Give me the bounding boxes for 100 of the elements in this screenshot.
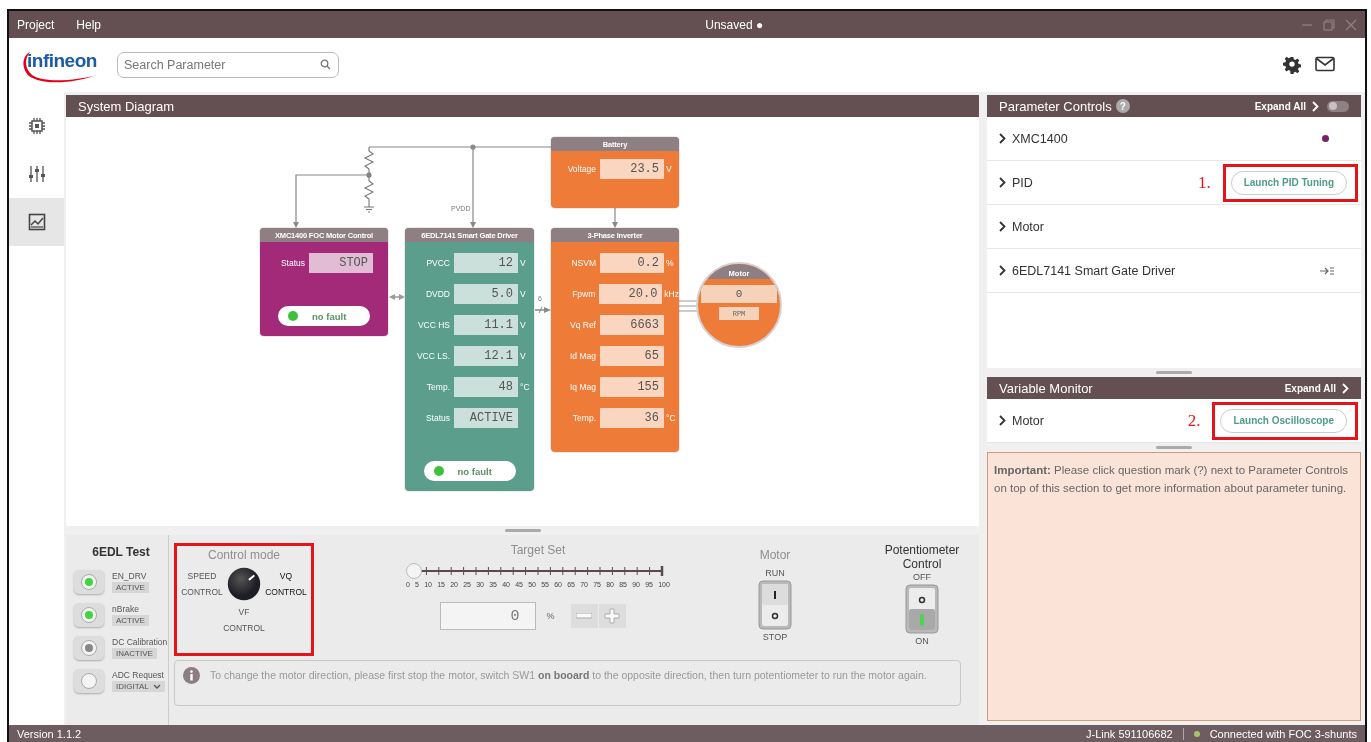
section-title: Motor bbox=[759, 548, 791, 562]
chevron-icon bbox=[999, 133, 1006, 144]
info-icon bbox=[183, 667, 200, 684]
chart-icon bbox=[27, 213, 46, 231]
parameter-group[interactable]: Motor bbox=[987, 205, 1361, 249]
reading-unit: V bbox=[519, 351, 526, 361]
section-title: Control mode bbox=[207, 548, 280, 562]
bus-arrow bbox=[534, 306, 551, 314]
reading-label: Iq Mag bbox=[569, 382, 597, 392]
panel-header: System Diagram bbox=[66, 95, 979, 117]
double-arrow bbox=[389, 294, 405, 300]
sliders-icon bbox=[27, 165, 46, 183]
reading-display: STOP bbox=[309, 253, 373, 273]
increment-button[interactable] bbox=[598, 604, 626, 628]
annotation-number: 2. bbox=[1187, 410, 1201, 431]
arrow-list-icon[interactable] bbox=[1319, 265, 1335, 276]
chevron-icon bbox=[999, 415, 1006, 426]
ground-icon bbox=[363, 206, 375, 213]
status-dot bbox=[1322, 135, 1329, 142]
chevron-icon bbox=[999, 177, 1006, 188]
decrement-button[interactable] bbox=[570, 604, 598, 628]
reading-display: 5.0 bbox=[454, 284, 518, 304]
reading-display: 23.5 bbox=[600, 159, 664, 179]
expand-all-button[interactable]: Expand All bbox=[1254, 100, 1319, 112]
parameter-group[interactable]: PID 1. Launch PID Tuning bbox=[987, 161, 1361, 205]
reading-display: 12 bbox=[454, 253, 518, 273]
reading-display: 48 bbox=[454, 377, 518, 397]
switch-label: ON bbox=[915, 636, 929, 646]
state-tag: INACTIVE bbox=[112, 647, 157, 659]
window-title: Unsaved ● bbox=[705, 17, 764, 32]
state-tag: ACTIVE bbox=[112, 581, 149, 593]
reading-display: 12.1 bbox=[454, 346, 518, 366]
version-text: Version 1.1.2 bbox=[17, 727, 82, 740]
toggle-switch[interactable] bbox=[1327, 100, 1349, 112]
chevron-icon bbox=[1312, 100, 1319, 112]
unit-label: % bbox=[546, 611, 555, 621]
state-tag: ACTIVE bbox=[112, 614, 149, 626]
reading-label: Fpwm bbox=[571, 289, 597, 299]
rocker-switch[interactable] bbox=[905, 584, 939, 634]
reading-display: 155 bbox=[600, 377, 664, 397]
parameter-group[interactable]: 6EDL7141 Smart Gate Driver bbox=[987, 249, 1361, 293]
panel-title: Parameter Controls bbox=[999, 98, 1112, 114]
search-field[interactable]: Search Parameter bbox=[117, 52, 339, 78]
chevron-icon bbox=[999, 265, 1006, 276]
section-title: Target Set bbox=[510, 543, 566, 557]
close-icon[interactable] bbox=[1345, 18, 1357, 31]
reading-label: DVDD bbox=[424, 289, 451, 299]
mode-dropdown[interactable]: IDIGITAL bbox=[112, 680, 165, 692]
reading-display: 36 bbox=[600, 408, 664, 428]
sidebar-tab[interactable] bbox=[9, 198, 64, 246]
chevron-icon bbox=[999, 221, 1006, 232]
led-button[interactable] bbox=[74, 602, 104, 627]
switch-label: RUN bbox=[765, 568, 785, 578]
panel-title: Variable Monitor bbox=[999, 380, 1093, 396]
reading-unit: V bbox=[519, 320, 526, 330]
menu-item[interactable]: Help bbox=[76, 17, 102, 32]
reading-label: PVCC bbox=[425, 258, 451, 268]
resize-handle[interactable] bbox=[1156, 371, 1192, 374]
reading-label: Voltage bbox=[566, 164, 597, 174]
menu-item[interactable]: Project bbox=[17, 17, 55, 32]
test-label: ADC Request bbox=[112, 669, 164, 680]
reading-label: Temp. bbox=[425, 382, 451, 392]
reading-label: Temp. bbox=[571, 413, 597, 423]
reading-unit: °C bbox=[665, 413, 676, 423]
led-button[interactable] bbox=[74, 635, 104, 660]
mail-icon[interactable] bbox=[1315, 56, 1335, 72]
annotation-number: 1. bbox=[1197, 172, 1211, 193]
wire bbox=[612, 207, 618, 228]
test-label: DC Calibration bbox=[112, 636, 168, 647]
reading-label: VCC LS. bbox=[415, 351, 451, 361]
reading-display: 65 bbox=[600, 346, 664, 366]
fault-indicator: no fault bbox=[423, 461, 516, 481]
parameter-group[interactable]: XMC1400 bbox=[987, 117, 1361, 161]
resize-handle[interactable] bbox=[504, 529, 541, 532]
led-button[interactable] bbox=[74, 569, 104, 594]
switch-label: OFF bbox=[913, 572, 931, 582]
reading-unit: V bbox=[665, 164, 672, 174]
restore-icon[interactable] bbox=[1323, 18, 1335, 31]
motor-wires bbox=[678, 300, 699, 312]
reading-unit: V bbox=[519, 289, 526, 299]
rpm-display: 0 bbox=[701, 285, 777, 303]
parameter-group[interactable]: Motor 2. Launch Oscilloscope bbox=[987, 399, 1361, 443]
led-button[interactable] bbox=[74, 668, 104, 693]
reading-display: 0.2 bbox=[600, 253, 664, 273]
section-title: 6EDL Test bbox=[91, 545, 151, 559]
reading-label: Status bbox=[279, 258, 306, 268]
reading-label: Id Mag bbox=[569, 351, 597, 361]
expand-all-button[interactable]: Expand All bbox=[1284, 382, 1349, 394]
reading-label: Vq Ref bbox=[569, 320, 597, 330]
note-text: Important: Please click question mark (?) next to Parameter Controls on top of this section to get more information about parameter tuning. bbox=[987, 452, 1361, 721]
group-label: 6EDL7141 Smart Gate Driver bbox=[1012, 263, 1177, 278]
resistor-icon bbox=[363, 146, 375, 208]
settings-icon[interactable] bbox=[1283, 56, 1301, 74]
reading-display: 11.1 bbox=[454, 315, 518, 335]
fault-indicator: no fault bbox=[278, 306, 370, 326]
resize-handle[interactable] bbox=[1156, 446, 1192, 449]
info-text: To change the motor direction, please first stop the motor, switch SW1 on booard to the opposite direction, then turn potentiometer to run the motor again. bbox=[210, 668, 927, 683]
minus-icon bbox=[576, 613, 592, 619]
section-title: Potentiometer Control bbox=[883, 543, 961, 571]
group-label: Motor bbox=[1012, 413, 1045, 428]
